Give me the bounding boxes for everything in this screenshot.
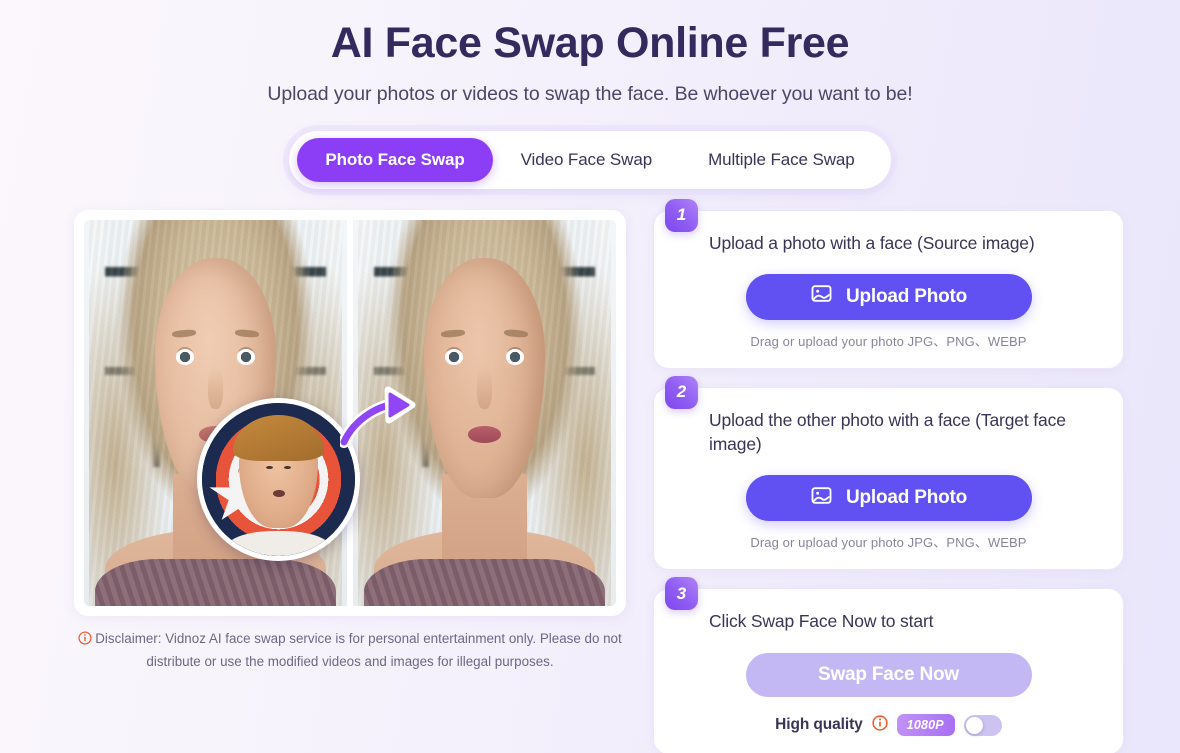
step-badge-1: 1 <box>665 198 698 232</box>
step-title-1: Upload a photo with a face (Source image… <box>709 232 1035 253</box>
upload-target-photo-button[interactable]: Upload Photo <box>745 475 1032 522</box>
page-subtitle: Upload your photos or videos to swap the… <box>267 82 913 105</box>
quality-row: High quality 1080P <box>676 714 1101 737</box>
tabbar: Photo Face Swap Video Face Swap Multiple… <box>289 130 891 189</box>
nose-shape <box>477 368 492 410</box>
eyebrow-left <box>440 329 466 339</box>
eye-left <box>444 349 463 365</box>
step-card-3: 3 Click Swap Face Now to start Swap Face… <box>653 577 1124 753</box>
page-title: AI Face Swap Online Free <box>330 19 850 67</box>
tabbar-wrapper: Photo Face Swap Video Face Swap Multiple… <box>0 130 1180 189</box>
shirt-shape <box>226 531 331 556</box>
preview-card <box>74 209 626 616</box>
main-content: Disclaimer: Vidnoz AI face swap service … <box>0 189 1180 753</box>
preview-column: Disclaimer: Vidnoz AI face swap service … <box>74 209 626 673</box>
image-upload-icon <box>810 484 833 513</box>
step-badge-2: 2 <box>665 375 698 409</box>
toggle-knob <box>965 716 983 734</box>
source-mouth <box>272 489 285 497</box>
swap-face-now-button[interactable]: Swap Face Now <box>745 653 1032 698</box>
step-badge-3: 3 <box>665 577 698 611</box>
dress-shape <box>363 559 606 606</box>
eye-right <box>237 349 256 365</box>
after-photo <box>353 219 616 606</box>
eyebrow-left <box>171 329 197 339</box>
mouth-shape <box>467 425 502 443</box>
quality-info-icon[interactable] <box>872 715 888 736</box>
eyebrow-right <box>234 329 260 339</box>
disclaimer: Disclaimer: Vidnoz AI face swap service … <box>74 629 626 673</box>
step-title-3: Click Swap Face Now to start <box>709 611 934 632</box>
tab-multiple-face-swap[interactable]: Multiple Face Swap <box>680 138 883 182</box>
disclaimer-text: Disclaimer: Vidnoz AI face swap service … <box>95 630 622 669</box>
dress-shape <box>94 559 337 606</box>
eye-left <box>175 349 194 365</box>
source-eye-right <box>284 465 292 470</box>
image-upload-icon <box>810 282 833 311</box>
high-quality-toggle[interactable] <box>963 714 1002 736</box>
eye-right <box>506 349 525 365</box>
upload-hint-1: Drag or upload your photo JPG、PNG、WEBP <box>750 333 1027 349</box>
resolution-badge: 1080P <box>896 714 955 737</box>
upload-hint-2: Drag or upload your photo JPG、PNG、WEBP <box>750 535 1027 551</box>
upload-source-photo-button[interactable]: Upload Photo <box>745 273 1032 320</box>
tab-video-face-swap[interactable]: Video Face Swap <box>493 138 680 182</box>
tab-photo-face-swap[interactable]: Photo Face Swap <box>297 137 493 182</box>
info-icon <box>78 631 92 652</box>
eyebrow-right <box>503 329 529 339</box>
step-title-2: Upload the other photo with a face (Targ… <box>709 409 1066 455</box>
preview-images <box>84 219 616 606</box>
steps-column: 1 Upload a photo with a face (Source ima… <box>653 198 1124 753</box>
upload-source-photo-label: Upload Photo <box>845 285 968 307</box>
high-quality-label: High quality <box>775 716 863 734</box>
source-eye-left <box>265 465 273 470</box>
step-card-2: 2 Upload the other photo with a face (Ta… <box>653 375 1124 571</box>
face-shape <box>424 258 545 498</box>
upload-target-photo-label: Upload Photo <box>845 487 968 509</box>
source-face-avatar <box>197 397 360 561</box>
step-card-1: 1 Upload a photo with a face (Source ima… <box>653 198 1124 369</box>
